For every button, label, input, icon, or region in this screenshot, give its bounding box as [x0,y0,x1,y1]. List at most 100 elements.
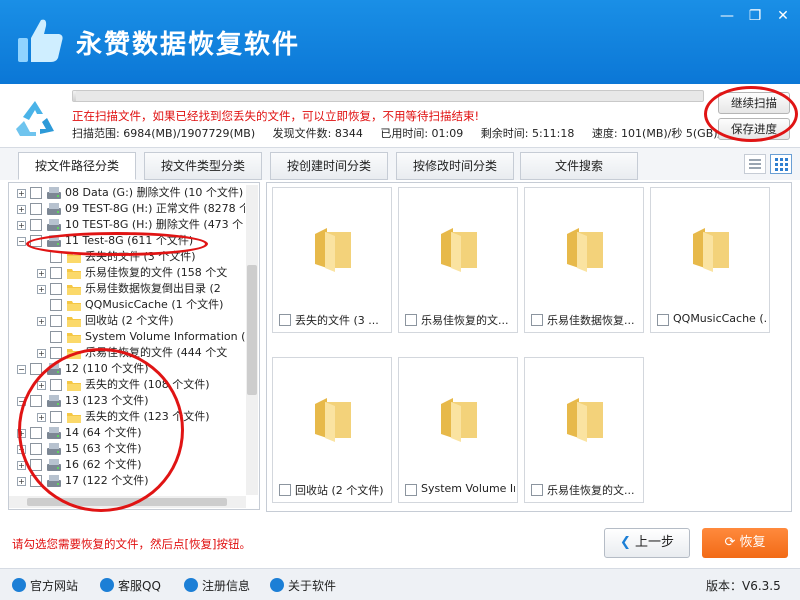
restore-label: 恢复 [739,535,766,550]
tree-checkbox[interactable] [30,395,42,407]
save-progress-button[interactable]: 保存进度 [718,118,790,140]
minimize-button[interactable]: — [716,6,738,26]
expand-toggle-icon[interactable]: + [17,221,26,230]
register-info-link[interactable]: 注册信息 [184,577,250,594]
tree-node-label: QQMusicCache (1 个文件) [85,298,224,311]
folder-card[interactable]: 乐易佳恢复的文... [524,357,644,503]
drive-icon [47,475,61,487]
card-label: 乐易佳恢复的文... [421,314,509,327]
card-checkbox[interactable] [531,314,543,326]
tree-checkbox[interactable] [30,443,42,455]
previous-button[interactable]: ❮ 上一步 [604,528,690,558]
tree-node-label: 丢失的文件 (3 个文件) [85,250,196,263]
tree-checkbox[interactable] [50,299,62,311]
card-label: 乐易佳数据恢复... [547,314,635,327]
folder-icon [67,381,81,391]
maximize-button[interactable]: ❐ [744,6,766,26]
customer-qq-link[interactable]: 客服QQ [100,577,161,594]
tree-checkbox[interactable] [30,235,42,247]
tree-vertical-scrollbar[interactable] [246,185,258,495]
card-checkbox[interactable] [657,314,669,326]
folder-icon [315,228,351,272]
register-icon [184,578,198,592]
tree-checkbox[interactable] [30,203,42,215]
files-found: 发现文件数: 8344 [272,127,363,140]
list-view-icon[interactable] [744,154,766,174]
tree-checkbox[interactable] [50,347,62,359]
tree-checkbox[interactable] [30,219,42,231]
tab-by-type[interactable]: 按文件类型分类 [144,152,262,180]
refresh-icon: ⟳ [724,535,736,550]
folder-tree: +08 Data (G:) 删除文件 (10 个文件) +09 TEST-8G (… [8,182,260,510]
folder-card[interactable]: QQMusicCache (... [650,187,770,333]
expand-toggle-icon[interactable]: + [17,445,26,454]
version-label: 版本：V6.3.5 [706,579,781,593]
folder-icon [693,228,729,272]
tree-checkbox[interactable] [50,331,62,343]
folder-icon [441,228,477,272]
thumbs-up-logo-icon [18,19,63,63]
folder-card[interactable]: System Volume In... [398,357,518,503]
tree-checkbox[interactable] [50,379,62,391]
continue-scan-button[interactable]: 继续扫描 [718,92,790,114]
expand-toggle-icon[interactable]: + [37,381,46,390]
drive-icon [47,235,61,247]
hint-text: 请勾选您需要恢复的文件，然后点[恢复]按钮。 [12,537,251,551]
scan-range: 扫描范围: 6984(MB)/1907729(MB) [72,127,256,140]
card-checkbox[interactable] [279,314,291,326]
expand-toggle-icon[interactable]: + [37,269,46,278]
official-site-link[interactable]: 官方网站 [12,577,78,594]
tree-node-label: 回收站 (2 个文件) [85,314,174,327]
close-button[interactable]: ✕ [772,6,794,26]
folder-icon [67,301,81,311]
expand-toggle-icon[interactable]: + [17,205,26,214]
tab-file-search[interactable]: 文件搜索 [520,152,638,180]
expand-toggle-icon[interactable]: + [37,285,46,294]
folder-card[interactable]: 乐易佳恢复的文... [398,187,518,333]
expand-toggle-icon[interactable]: + [17,477,26,486]
expand-toggle-icon[interactable]: − [17,365,26,374]
card-checkbox[interactable] [531,484,543,496]
expand-toggle-icon[interactable]: + [37,317,46,326]
card-checkbox[interactable] [405,484,417,496]
tree-checkbox[interactable] [30,475,42,487]
tree-horizontal-scrollbar[interactable] [9,496,246,508]
tree-checkbox[interactable] [50,267,62,279]
tree-node-label: 14 (64 个文件) [65,426,142,439]
remaining-time: 剩余时间: 5:11:18 [480,127,575,140]
folder-card[interactable]: 回收站 (2 个文件) [272,357,392,503]
card-checkbox[interactable] [405,314,417,326]
tab-by-created[interactable]: 按创建时间分类 [270,152,388,180]
elapsed-time: 已用时间: 01:09 [380,127,464,140]
tree-checkbox[interactable] [50,283,62,295]
folder-card[interactable]: 乐易佳数据恢复... [524,187,644,333]
card-checkbox[interactable] [279,484,291,496]
expand-toggle-icon[interactable]: + [17,429,26,438]
expand-toggle-icon[interactable]: + [37,349,46,358]
expand-toggle-icon[interactable]: − [17,237,26,246]
tree-checkbox[interactable] [50,411,62,423]
tree-checkbox[interactable] [30,459,42,471]
tree-checkbox[interactable] [30,187,42,199]
expand-toggle-icon[interactable]: + [17,461,26,470]
about-link[interactable]: 关于软件 [270,577,336,594]
tree-checkbox[interactable] [30,427,42,439]
expand-toggle-icon[interactable]: − [17,397,26,406]
tree-checkbox[interactable] [50,315,62,327]
folder-icon [67,253,81,263]
tab-by-path[interactable]: 按文件路径分类 [18,152,136,180]
folder-icon [441,398,477,442]
tree-checkbox[interactable] [50,251,62,263]
file-grid: 丢失的文件 (3 ... 乐易佳恢复的文... 乐易佳数据恢复... QQMusicC… [266,182,792,512]
restore-button[interactable]: ⟳ 恢复 [702,528,788,558]
scan-progress-bar [72,90,704,102]
expand-toggle-icon[interactable]: + [17,189,26,198]
tree-checkbox[interactable] [30,363,42,375]
tab-by-modified[interactable]: 按修改时间分类 [396,152,514,180]
drive-icon [47,443,61,455]
folder-card[interactable]: 丢失的文件 (3 ... [272,187,392,333]
grid-view-icon[interactable] [770,154,792,174]
tree-node-label: 12 (110 个文件) [65,362,149,375]
tree-node-label: 11 Test-8G (611 个文件) [65,234,194,247]
expand-toggle-icon[interactable]: + [37,413,46,422]
